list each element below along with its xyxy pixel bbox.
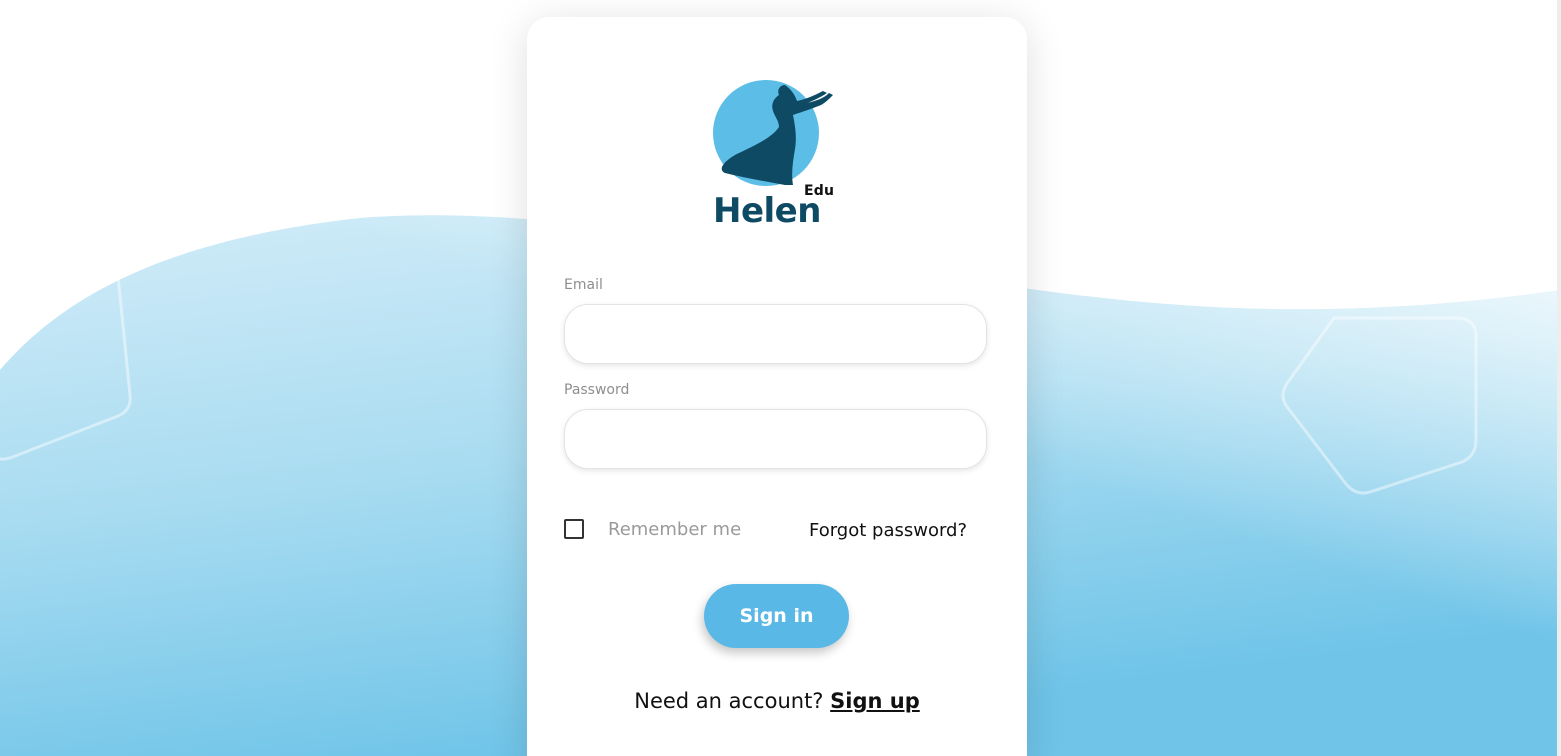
signup-prompt: Need an account? Sign up <box>527 689 1027 713</box>
sign-in-button[interactable]: Sign in <box>704 584 849 648</box>
signup-prompt-text: Need an account? <box>634 689 824 713</box>
woman-silhouette-circle-icon <box>713 80 833 186</box>
login-page: Edu Helen Email Password Remember me For… <box>0 0 1561 756</box>
brand-logo: Edu Helen <box>711 77 845 233</box>
forgot-password-link[interactable]: Forgot password? <box>809 520 967 541</box>
page-scrollbar[interactable] <box>1557 0 1561 756</box>
email-field[interactable] <box>564 304 987 364</box>
password-label: Password <box>564 382 630 398</box>
brand-name: Helen <box>713 191 821 231</box>
sign-up-link[interactable]: Sign up <box>830 689 920 713</box>
login-card: Edu Helen Email Password Remember me For… <box>527 17 1027 756</box>
remember-me-checkbox[interactable] <box>564 519 584 539</box>
password-field[interactable] <box>564 409 987 469</box>
remember-me-label[interactable]: Remember me <box>608 519 741 540</box>
email-label: Email <box>564 277 603 293</box>
remember-row: Remember me Forgot password? <box>564 518 994 544</box>
